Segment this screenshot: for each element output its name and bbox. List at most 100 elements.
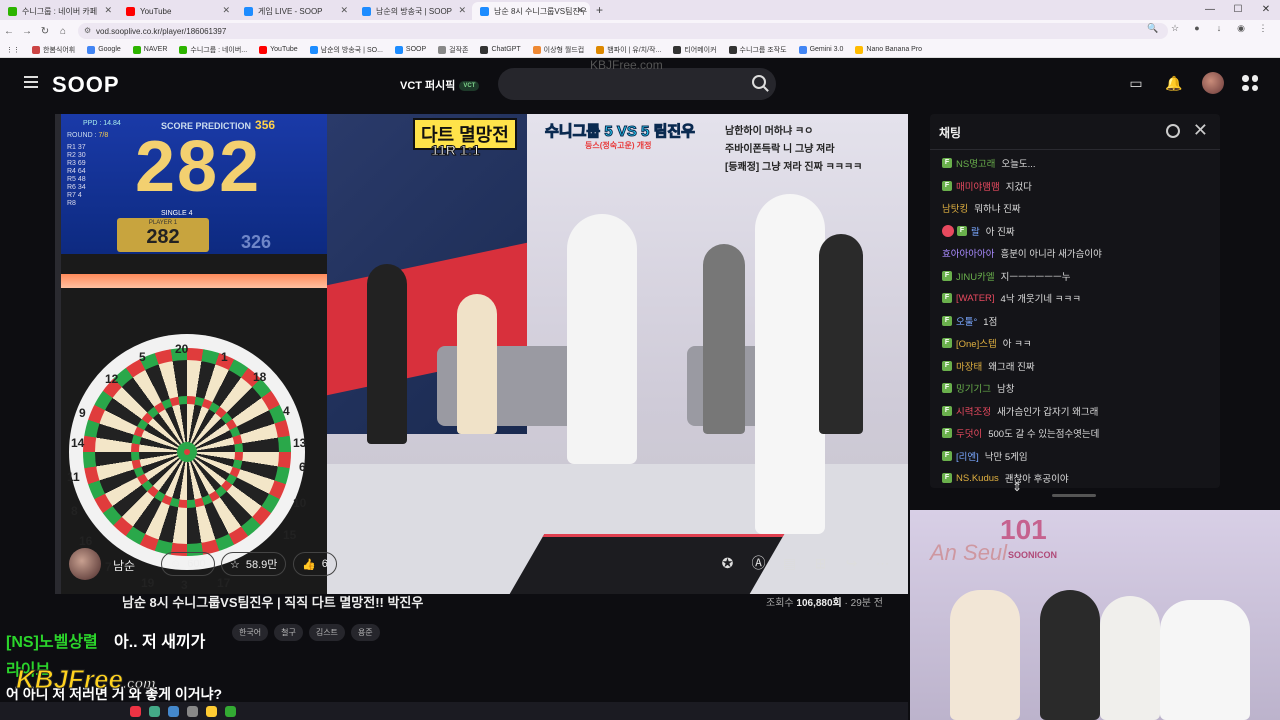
bookmark-badge-icon[interactable]: ✪ [718, 554, 737, 573]
clip-icon[interactable]: ▤ [780, 554, 799, 573]
app-icon[interactable] [168, 705, 179, 717]
soop-logo[interactable]: SOOP [52, 72, 120, 98]
chat-message[interactable]: F 마장태 왜그래 진짜 [942, 355, 1212, 378]
bookmark[interactable]: 티어메이커 [673, 45, 717, 55]
app-icon[interactable] [206, 705, 217, 717]
close-icon[interactable]: ✕ [576, 5, 584, 16]
video-player[interactable]: PPD : 14.84 SCORE PREDICTION 356 ROUND : … [55, 114, 908, 594]
site-info-icon[interactable]: ⚙ [84, 26, 91, 35]
app-icon[interactable] [225, 705, 236, 717]
bookmark[interactable]: ChatGPT [480, 45, 521, 54]
app-icon[interactable] [149, 705, 160, 717]
close-icon[interactable]: ✕ [222, 5, 230, 16]
tag-chip[interactable]: 김스트 [308, 624, 345, 641]
like-button[interactable]: 👍 6 [293, 552, 337, 576]
chat-message[interactable]: F 매미야맴맴 지겄다 [942, 175, 1212, 198]
browser-tab[interactable]: 남순의 방송국 | SOOP ✕ [354, 2, 472, 20]
chat-message[interactable]: F [WATER] 4낙 개웃기네 ㅋㅋㅋ [942, 287, 1212, 310]
user-avatar[interactable] [1202, 72, 1224, 94]
chat-message[interactable]: 남탓킹 뭐하냐 진짜 [942, 197, 1212, 220]
bookmark-star-icon[interactable]: ☆ [1168, 23, 1182, 34]
profile-icon[interactable]: ◉ [1234, 23, 1248, 34]
chat-nickname[interactable]: 랄 [971, 224, 980, 238]
chat-nickname[interactable]: 시력조정 [956, 404, 991, 418]
app-icon[interactable] [187, 705, 198, 717]
chat-message[interactable]: 효아아아아아 흥분이 아니라 새가슴이야 [942, 242, 1212, 265]
close-icon[interactable]: ✕ [104, 5, 112, 16]
chat-nickname[interactable]: 마장태 [956, 359, 982, 373]
bookmark[interactable]: 남순의 방송국 | SO... [309, 45, 383, 55]
more-options-icon[interactable]: ⋯ [873, 554, 892, 573]
channel-name[interactable]: 남순 [113, 557, 135, 574]
browser-tab-active[interactable]: 남순 8시 수니그룹VS팀진우 · ✕ [472, 2, 590, 20]
download-icon[interactable]: ↓ [1212, 23, 1226, 34]
bookmark[interactable]: 수니그룹 : 네이버... [179, 45, 247, 55]
broadcast-icon[interactable]: ▭ [1126, 73, 1146, 93]
app-icon[interactable] [130, 705, 141, 717]
minimize-icon[interactable]: — [1196, 0, 1224, 20]
close-window-icon[interactable]: ✕ [1252, 0, 1280, 20]
bookmark[interactable]: 뱀파이 | 유/치/작... [596, 45, 661, 55]
tag-chip[interactable]: 용준 [350, 624, 380, 641]
chat-message[interactable]: F 두덧이 500도 갈 수 있는점수엿는데 [942, 422, 1212, 445]
chat-nickname[interactable]: 효아아아아아 [942, 246, 994, 260]
extension-icon[interactable]: ● [1190, 23, 1204, 34]
chat-message[interactable]: F 밍기기그 남창 [942, 377, 1212, 400]
chat-message[interactable]: F JINU카엘 지ㅡㅡㅡㅡㅡㅡ누 [942, 265, 1212, 288]
hamburger-menu-icon[interactable] [24, 76, 38, 88]
browser-tab[interactable]: 수니그룹 : 네이버 카페 ✕ [0, 2, 118, 20]
new-tab-button[interactable]: + [596, 3, 603, 17]
bookmark[interactable]: Gemini 3.0 [798, 45, 843, 54]
chat-message[interactable]: F NS.Kudus 괜찮아 후공이야 [942, 467, 1212, 490]
home-icon[interactable]: ⌂ [54, 26, 72, 37]
apps-icon[interactable]: ⋮⋮ [6, 46, 20, 54]
search-input[interactable] [498, 68, 776, 100]
bookmark[interactable]: 걸작존 [438, 45, 468, 55]
tag-chip[interactable]: 철구 [274, 624, 303, 641]
search-icon[interactable] [752, 75, 766, 89]
menu-icon[interactable]: ⋮ [1256, 23, 1270, 34]
channel-avatar[interactable] [69, 548, 101, 580]
browser-tab[interactable]: YouTube ✕ [118, 2, 236, 20]
bookmark[interactable]: Nano Banana Pro [855, 45, 922, 54]
share-icon[interactable]: ↪ [842, 554, 861, 573]
settings-gear-icon[interactable] [1166, 124, 1180, 138]
chat-nickname[interactable]: [WATER] [956, 293, 995, 304]
chat-message[interactable]: F 시력조정 새가슴인가 갑자기 왜그래 [942, 400, 1212, 423]
bookmark[interactable]: NAVER [132, 45, 167, 54]
notification-bell-icon[interactable]: 🔔 [1164, 73, 1184, 93]
close-icon[interactable]: ✕ [458, 5, 466, 16]
chat-nickname[interactable]: 남탓킹 [942, 201, 968, 215]
chat-nickname[interactable]: 오툴° [956, 314, 977, 328]
close-icon[interactable]: ✕ [340, 5, 348, 16]
bookmark[interactable]: 수니그룹 조작도 [728, 45, 787, 55]
grid-icon[interactable]: ⊞ [811, 554, 830, 573]
chat-nickname[interactable]: 두덧이 [956, 426, 982, 440]
maximize-icon[interactable]: ☐ [1224, 0, 1252, 20]
reload-icon[interactable]: ↻ [36, 26, 54, 37]
url-bar[interactable]: ⚙ vod.sooplive.co.kr/player/186061397 [78, 23, 1168, 39]
bookmark[interactable]: 한봄식어휘 [32, 45, 75, 55]
chat-message[interactable]: F NS명고래 오늘도... [942, 152, 1212, 175]
chat-nickname[interactable]: [리엔] [956, 449, 979, 463]
chat-nickname[interactable]: NS명고래 [956, 156, 995, 170]
chat-message[interactable]: F [리엔] 낙만 5게임 [942, 445, 1212, 468]
tag-chip[interactable]: 한국어 [232, 624, 269, 641]
chat-message[interactable]: F랄 아 진짜 [942, 220, 1212, 243]
resize-handle-icon[interactable]: ⇕ [1012, 480, 1022, 494]
browser-tab[interactable]: 게임 LIVE - SOOP ✕ [236, 2, 354, 20]
chat-message[interactable]: F 오툴° 1점 [942, 310, 1212, 333]
chat-nickname[interactable]: 밍기기그 [956, 381, 991, 395]
chat-nickname[interactable]: [One]스텝 [956, 336, 997, 350]
bookmark[interactable]: 이상형 월드컵 [532, 45, 584, 55]
chat-nickname[interactable]: 매미야맴맴 [956, 179, 1000, 193]
star-balloon-button[interactable]: ☺ 600 [161, 552, 215, 576]
chat-message-list[interactable]: F NS명고래 오늘도... F 매미야맴맴 지겄다 남탓킹 뭐하냐 진짜 F 랄 아 진짜 효아아아… [942, 152, 1212, 490]
zoom-icon[interactable]: 🔍 [1146, 23, 1160, 34]
bookmark[interactable]: SOOP [394, 45, 426, 54]
bookmark[interactable]: Google [87, 45, 121, 54]
bookmark[interactable]: YouTube [259, 45, 298, 54]
forward-icon[interactable]: → [18, 26, 36, 37]
chat-nickname[interactable]: JINU카엘 [956, 269, 995, 283]
ad-icon[interactable]: Ⓐ [749, 554, 768, 573]
